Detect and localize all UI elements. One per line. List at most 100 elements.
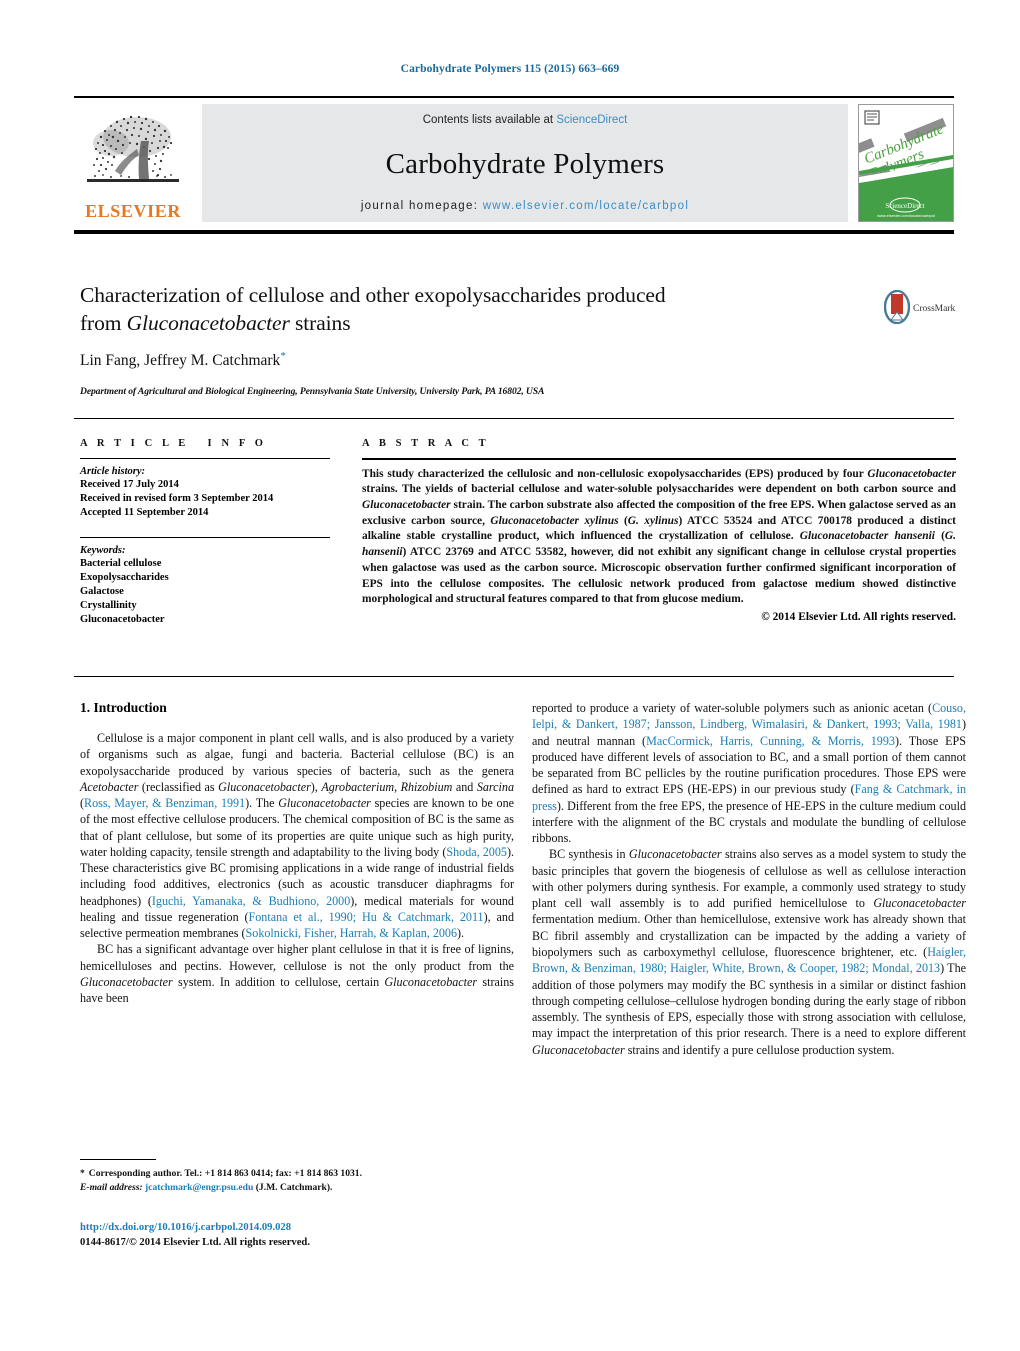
section-heading-introduction: 1. Introduction	[80, 700, 167, 715]
footnote-corresponding-author: * Corresponding author. Tel.: +1 814 863 …	[80, 1167, 514, 1181]
abstract-copyright: © 2014 Elsevier Ltd. All rights reserved…	[761, 611, 956, 624]
abstract-heading: A B S T R A C T	[362, 438, 490, 449]
para-seg: reported to produce a variety of water-s…	[532, 701, 933, 715]
abstract-genus: Gluconacetobacter	[362, 498, 451, 511]
article-title-line2-post: strains	[289, 310, 351, 335]
journal-masthead: ELSEVIER Contents lists available at Sci…	[74, 96, 954, 226]
elsevier-logo: ELSEVIER	[74, 104, 192, 222]
genus-sarcina: Sarcina	[476, 779, 514, 794]
elsevier-wordmark: ELSEVIER	[85, 201, 181, 221]
body-column-left: 1. Introduction Cellulose is a major com…	[80, 700, 514, 1007]
intro-paragraph-3: reported to produce a variety of water-s…	[532, 700, 966, 846]
genus-gluconacetobacter: Gluconacetobacter	[384, 974, 478, 989]
author-list: Lin Fang, Jeffrey M. Catchmark*	[80, 350, 286, 370]
para-seg: system. In addition to cellulose, certai…	[172, 974, 385, 989]
doi-link[interactable]: http://dx.doi.org/10.1016/j.carbpol.2014…	[80, 1220, 514, 1235]
para-seg: ).	[457, 926, 465, 941]
article-info-column: A R T I C L E I N F O Article history: R…	[80, 438, 330, 627]
para-seg: (reclassified as	[138, 779, 219, 794]
genus-gluconacetobacter: Gluconacetobacter	[873, 896, 966, 911]
footnote-email-label: E-mail address:	[80, 1181, 143, 1193]
abstract-seg: ) ATCC 23769 and ATCC 53582, however, di…	[362, 546, 956, 606]
contents-lists-line: Contents lists available at ScienceDirec…	[423, 114, 628, 126]
abstract-rule	[362, 458, 956, 460]
para-seg: BC has a significant advantage over high…	[80, 942, 514, 973]
para-seg: ). Different from the free EPS, the pres…	[532, 798, 966, 846]
journal-title: Carbohydrate Polymers	[385, 147, 665, 180]
issn-copyright-line: 0144-8617/© 2014 Elsevier Ltd. All right…	[80, 1237, 310, 1249]
journal-homepage-prefix: journal homepage:	[360, 200, 483, 212]
abstract-text: This study characterized the cellulosic …	[362, 467, 956, 609]
article-history-label: Article history:	[80, 466, 146, 477]
info-section-top-rule	[74, 418, 954, 419]
body-column-right: reported to produce a variety of water-s…	[532, 700, 966, 1058]
para-seg: BC synthesis in	[549, 847, 629, 862]
contents-lists-prefix: Contents lists available at	[422, 114, 557, 126]
article-title-genus: Gluconacetobacter	[126, 310, 290, 335]
article-info-heading: A R T I C L E I N F O	[80, 438, 267, 449]
journal-homepage-line: journal homepage: www.elsevier.com/locat…	[361, 200, 689, 212]
footnote-corresponding-text: Corresponding author. Tel.: +1 814 863 0…	[88, 1168, 362, 1179]
email-link[interactable]: jcatchmark@engr.psu.edu	[145, 1182, 253, 1193]
keywords-rule	[80, 536, 330, 538]
elsevier-tree-icon	[81, 109, 185, 201]
citation-link[interactable]: Ross, Mayer, & Benziman, 1991	[84, 796, 245, 810]
doi-block: http://dx.doi.org/10.1016/j.carbpol.2014…	[80, 1220, 514, 1250]
para-seg: strains and identify a pure cellulose pr…	[624, 1042, 895, 1057]
intro-paragraph-2: BC has a significant advantage over high…	[80, 941, 514, 1006]
journal-cover-thumbnail: Carbohydrate Polymers ScienceDirect www.…	[858, 104, 954, 222]
corresponding-author-marker: *	[280, 350, 286, 362]
page-title: Characterization of cellulose and other …	[80, 282, 870, 337]
running-head: Carbohydrate Polymers 115 (2015) 663–669	[400, 63, 620, 75]
citation-link[interactable]: Sokolnicki, Fisher, Harrah, & Kaplan, 20…	[246, 926, 457, 940]
footnote-email-owner: (J.M. Catchmark).	[255, 1181, 333, 1193]
sciencedirect-link[interactable]: ScienceDirect	[556, 114, 627, 126]
crossmark-icon	[883, 289, 911, 329]
journal-homepage-link[interactable]: www.elsevier.com/locate/carbpol	[483, 200, 689, 212]
svg-text:ScienceDirect: ScienceDirect	[885, 202, 924, 210]
author-names: Lin Fang, Jeffrey M. Catchmark	[80, 352, 281, 370]
keywords-label: Keywords:	[80, 544, 126, 556]
genus-gluconacetobacter: Gluconacetobacter	[532, 1042, 625, 1057]
abstract-species: Gluconacetobacter hansenii	[799, 530, 935, 543]
article-info-rule	[80, 458, 330, 459]
abstract-seg: (	[618, 514, 628, 527]
para-seg: ),	[310, 779, 322, 794]
genus-gluconacetobacter: Gluconacetobacter	[628, 847, 722, 862]
keyword-item: Bacterial cellulose	[80, 557, 162, 569]
abstract-column: A B S T R A C T This study characterized…	[362, 438, 956, 635]
article-first-page: Carbohydrate Polymers 115 (2015) 663–669	[0, 0, 1020, 1351]
crossmark-label: CrossMark	[913, 304, 956, 314]
abstract-species: Gluconacetobacter xylinus	[490, 514, 619, 527]
abstract-seg: strains. The yields of bacterial cellulo…	[362, 483, 956, 496]
para-seg: Cellulose is a major component in plant …	[80, 731, 514, 778]
keyword-item: Galactose	[80, 585, 124, 597]
para-seg: ). The	[245, 796, 279, 811]
article-title-line2-pre: from	[80, 310, 127, 335]
article-history-accepted: Accepted 11 September 2014	[80, 506, 209, 518]
abstract-species-abbrev: G. xylinus	[627, 514, 679, 527]
abstract-seg: (	[934, 530, 945, 543]
abstract-genus: Gluconacetobacter	[867, 467, 956, 480]
citation-link[interactable]: MacCormick, Harris, Cunning, & Morris, 1…	[646, 734, 895, 748]
abstract-bottom-rule	[74, 676, 954, 677]
crossmark-badge[interactable]: CrossMark	[883, 288, 960, 330]
citation-link[interactable]: Fontana et al., 1990; Hu & Catchmark, 20…	[249, 910, 484, 924]
para-seg: and	[452, 779, 477, 794]
footnote-block: * Corresponding author. Tel.: +1 814 863 …	[80, 1167, 514, 1194]
genus-gluconacetobacter: Gluconacetobacter	[80, 974, 173, 989]
keyword-item: Exopolysaccharides	[80, 571, 169, 583]
para-seg: fermentation medium. Other than hemicell…	[532, 912, 966, 959]
masthead-center-panel: Contents lists available at ScienceDirec…	[202, 104, 848, 222]
keyword-item: Gluconacetobacter	[80, 613, 165, 625]
keyword-item: Crystallinity	[80, 599, 137, 611]
abstract-seg: This study characterized the cellulosic …	[362, 467, 868, 480]
genus-gluconacetobacter: Gluconacetobacter	[218, 779, 311, 794]
genus-acetobacter: Acetobacter	[80, 779, 139, 794]
citation-link[interactable]: Shoda, 2005	[446, 845, 507, 859]
footnote-rule	[80, 1159, 156, 1160]
svg-text:www.elsevier.com/locate/carbpo: www.elsevier.com/locate/carbpol	[877, 213, 935, 218]
article-history-revised: Received in revised form 3 September 201…	[80, 492, 274, 504]
article-history-received: Received 17 July 2014	[80, 479, 179, 490]
citation-link[interactable]: Iguchi, Yamanaka, & Budhiono, 2000	[152, 894, 350, 908]
